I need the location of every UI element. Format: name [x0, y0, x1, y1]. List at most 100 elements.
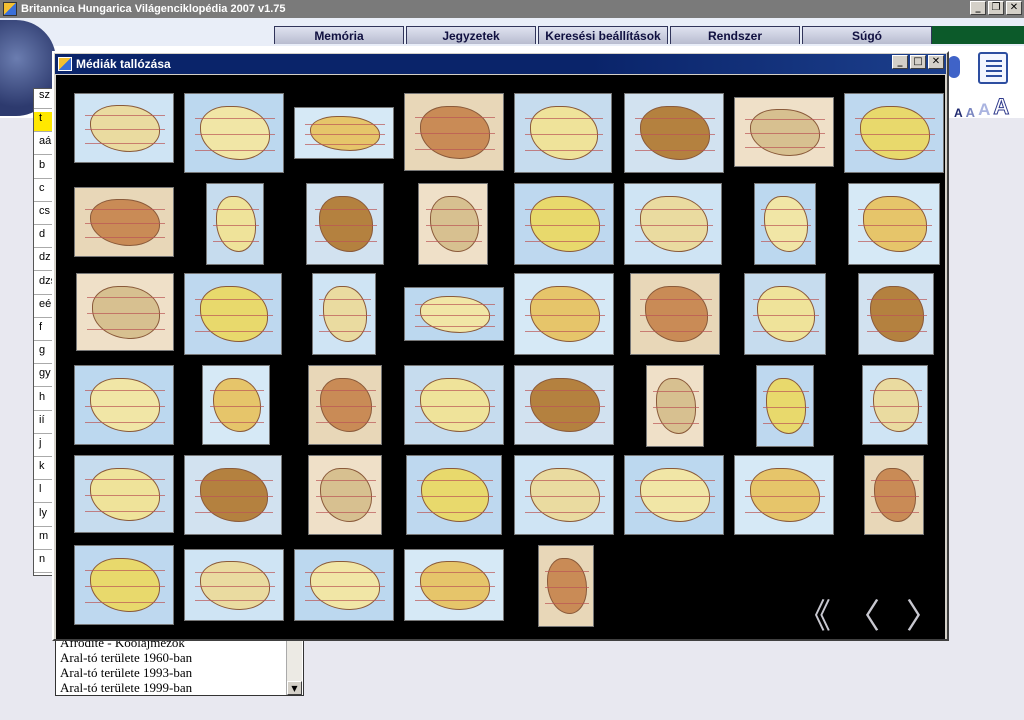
- media-thumbnail-25[interactable]: [202, 365, 270, 445]
- index-letter-20[interactable]: n: [34, 553, 54, 573]
- media-thumbnail-12[interactable]: [514, 183, 614, 265]
- font-size-medium-button[interactable]: A: [978, 100, 990, 120]
- media-thumbnail-3[interactable]: [404, 93, 504, 171]
- result-list[interactable]: Afrodité - Kőolajmezők Aral-tó területe …: [55, 635, 304, 696]
- dialog-app-icon: [58, 57, 72, 71]
- media-thumbnail-2[interactable]: [294, 107, 394, 159]
- media-thumbnail-38[interactable]: [734, 455, 834, 535]
- media-thumbnail-41[interactable]: [184, 549, 284, 621]
- scroll-down-arrow-icon[interactable]: ▼: [287, 681, 302, 695]
- media-thumbnail-28[interactable]: [514, 365, 614, 445]
- media-thumbnail-30[interactable]: [756, 365, 814, 447]
- list-item[interactable]: Aral-tó területe 1993-ban: [60, 665, 192, 681]
- restore-button[interactable]: ❐: [988, 1, 1004, 15]
- media-thumbnail-0[interactable]: [74, 93, 174, 163]
- dialog-title: Médiák tallózása: [76, 57, 171, 71]
- media-thumbnail-36[interactable]: [514, 455, 614, 535]
- index-letter-8[interactable]: dzs: [34, 275, 56, 295]
- app-title: Britannica Hungarica Világenciklopédia 2…: [21, 3, 286, 15]
- media-thumbnail-9[interactable]: [206, 183, 264, 265]
- nav-first-button[interactable]: 《: [796, 600, 832, 634]
- media-thumbnail-23[interactable]: [858, 273, 934, 355]
- media-thumbnail-27[interactable]: [404, 365, 504, 445]
- list-item[interactable]: Aral-tó területe 1960-ban: [60, 650, 192, 666]
- media-thumbnail-15[interactable]: [848, 183, 940, 265]
- media-thumbnail-1[interactable]: [184, 93, 284, 173]
- media-thumbnail-26[interactable]: [308, 365, 382, 445]
- media-thumbnail-21[interactable]: [630, 273, 720, 355]
- dialog-titlebar[interactable]: Médiák tallózása _ □ ✕: [55, 54, 946, 74]
- main-window-controls: _ ❐ ✕: [970, 1, 1022, 15]
- media-thumbnail-29[interactable]: [646, 365, 704, 447]
- nav-next-button[interactable]: 〉: [906, 600, 940, 634]
- dialog-maximize-button[interactable]: □: [910, 55, 926, 69]
- media-thumbnail-24[interactable]: [74, 365, 174, 445]
- media-thumbnail-8[interactable]: [74, 187, 174, 257]
- index-letter-11[interactable]: g: [34, 344, 54, 365]
- close-button[interactable]: ✕: [1006, 1, 1022, 15]
- media-thumbnail-20[interactable]: [514, 273, 614, 355]
- main-window-titlebar[interactable]: Britannica Hungarica Világenciklopédia 2…: [0, 0, 1024, 18]
- menu-jegyzetek[interactable]: Jegyzetek: [406, 26, 536, 44]
- media-thumbnail-35[interactable]: [406, 455, 502, 535]
- index-letter-12[interactable]: gy: [34, 367, 54, 388]
- index-letter-18[interactable]: ly: [34, 507, 54, 527]
- font-size-large-button[interactable]: A: [993, 94, 1010, 120]
- font-size-small-button[interactable]: A: [966, 105, 975, 120]
- media-thumbnail-19[interactable]: [404, 287, 504, 341]
- media-thumbnail-32[interactable]: [74, 455, 174, 533]
- index-letter-5[interactable]: cs: [34, 205, 54, 225]
- media-thumbnail-grid: 《 〈 〉: [56, 75, 945, 639]
- nav-prev-button[interactable]: 〈: [846, 600, 880, 634]
- media-thumbnail-43[interactable]: [404, 549, 504, 621]
- media-thumbnail-42[interactable]: [294, 549, 394, 621]
- list-scrollbar[interactable]: ▼: [286, 641, 302, 695]
- media-thumbnail-13[interactable]: [624, 183, 722, 265]
- dialog-window-controls: _ □ ✕: [892, 55, 944, 69]
- menu-rendszer[interactable]: Rendszer: [670, 26, 800, 44]
- media-thumbnail-31[interactable]: [862, 365, 928, 445]
- blue-round-icon[interactable]: [948, 56, 960, 78]
- media-thumbnail-11[interactable]: [418, 183, 488, 265]
- media-thumbnail-4[interactable]: [514, 93, 612, 173]
- dialog-minimize-button[interactable]: _: [892, 55, 908, 69]
- media-thumbnail-39[interactable]: [864, 455, 924, 535]
- index-letter-14[interactable]: ií: [34, 414, 54, 434]
- list-item[interactable]: Aral-tó területe 1999-ban: [60, 680, 192, 696]
- media-thumbnail-16[interactable]: [76, 273, 174, 351]
- minimize-button[interactable]: _: [970, 1, 986, 15]
- media-thumbnail-5[interactable]: [624, 93, 724, 173]
- media-thumbnail-10[interactable]: [306, 183, 384, 265]
- media-thumbnail-17[interactable]: [184, 273, 282, 355]
- index-letter-1[interactable]: t: [34, 112, 54, 133]
- media-thumbnail-34[interactable]: [308, 455, 382, 535]
- media-thumbnail-14[interactable]: [754, 183, 816, 265]
- media-thumbnail-40[interactable]: [74, 545, 174, 625]
- menu-sugo[interactable]: Súgó: [802, 26, 932, 44]
- media-thumbnail-22[interactable]: [744, 273, 826, 355]
- index-letter-13[interactable]: h: [34, 391, 54, 411]
- font-size-smallest-button[interactable]: A: [954, 106, 963, 120]
- index-letter-4[interactable]: c: [34, 182, 54, 202]
- index-letter-15[interactable]: j: [34, 437, 54, 457]
- index-letter-2[interactable]: aá: [34, 135, 54, 156]
- media-thumbnail-6[interactable]: [734, 97, 834, 167]
- index-letter-10[interactable]: f: [34, 321, 54, 341]
- index-letter-9[interactable]: eé: [34, 298, 54, 318]
- menu-memoria[interactable]: Memória: [274, 26, 404, 44]
- index-letter-0[interactable]: sz: [34, 89, 54, 109]
- media-thumbnail-33[interactable]: [184, 455, 282, 535]
- index-letter-7[interactable]: dz: [34, 251, 54, 272]
- index-letter-6[interactable]: d: [34, 228, 54, 249]
- media-thumbnail-7[interactable]: [844, 93, 944, 173]
- index-letter-3[interactable]: b: [34, 159, 54, 179]
- dialog-close-button[interactable]: ✕: [928, 55, 944, 69]
- index-letter-17[interactable]: l: [34, 483, 54, 504]
- media-thumbnail-18[interactable]: [312, 273, 376, 355]
- media-thumbnail-44[interactable]: [538, 545, 594, 627]
- index-letter-16[interactable]: k: [34, 460, 54, 481]
- index-letter-19[interactable]: m: [34, 530, 54, 550]
- notepad-icon[interactable]: [978, 52, 1008, 84]
- menu-keresesi-beallitasok[interactable]: Keresési beállítások: [538, 26, 668, 44]
- media-thumbnail-37[interactable]: [624, 455, 724, 535]
